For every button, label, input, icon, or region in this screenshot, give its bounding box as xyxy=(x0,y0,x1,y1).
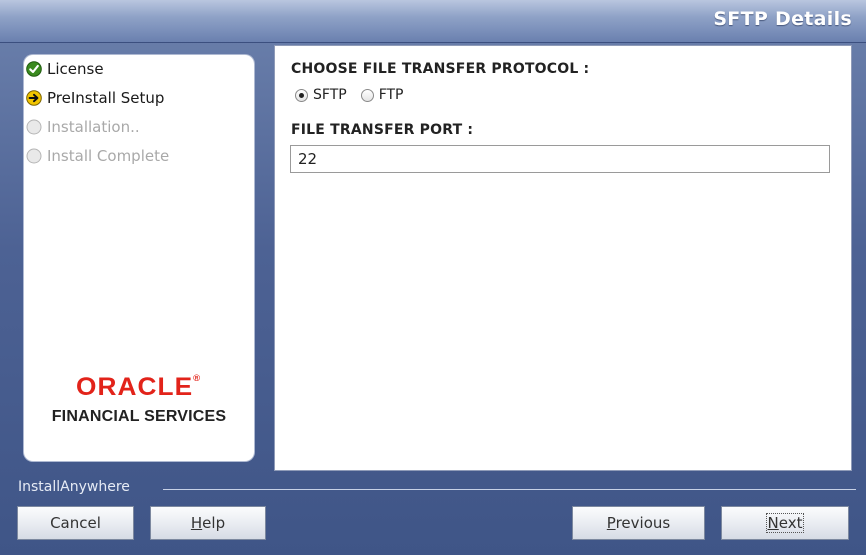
radio-label: SFTP xyxy=(313,87,347,103)
next-button[interactable]: Next xyxy=(721,506,849,540)
footer-divider xyxy=(163,489,856,490)
radio-sftp[interactable]: SFTP xyxy=(295,87,347,103)
step-label: PreInstall Setup xyxy=(47,89,165,107)
cancel-button-label: Cancel xyxy=(50,514,101,532)
port-input[interactable] xyxy=(290,145,830,173)
help-button[interactable]: Help xyxy=(150,506,266,540)
previous-button-label: Previous xyxy=(606,514,671,532)
step-label: Installation.. xyxy=(47,118,140,136)
next-button-label: Next xyxy=(765,513,805,533)
page-title: SFTP Details xyxy=(713,8,852,30)
steps-panel: License PreInstall Setup Installation.. xyxy=(24,55,254,461)
help-button-label: Help xyxy=(190,514,226,532)
step-installation: Installation.. xyxy=(26,116,140,138)
step-label: License xyxy=(47,60,104,78)
port-label: FILE TRANSFER PORT : xyxy=(291,122,474,138)
cancel-button[interactable]: Cancel xyxy=(17,506,134,540)
previous-button[interactable]: Previous xyxy=(572,506,705,540)
step-install-complete: Install Complete xyxy=(26,145,169,167)
logo-subtitle: FINANCIAL SERVICES xyxy=(51,408,227,425)
step-label: Install Complete xyxy=(47,147,170,165)
protocol-label: CHOOSE FILE TRANSFER PROTOCOL : xyxy=(291,61,590,77)
step-license: License xyxy=(26,58,104,80)
radio-button-checked[interactable] xyxy=(295,88,308,102)
arrow-right-icon xyxy=(26,90,42,106)
logo-brand: ORACLE® xyxy=(76,373,202,401)
step-preinstall-setup: PreInstall Setup xyxy=(26,87,164,109)
content-panel: CHOOSE FILE TRANSFER PROTOCOL : SFTP FTP… xyxy=(274,45,852,471)
vendor-label: InstallAnywhere xyxy=(18,479,130,495)
radio-ftp[interactable]: FTP xyxy=(360,87,404,103)
header-bar: SFTP Details xyxy=(0,0,866,43)
empty-circle-icon xyxy=(26,119,42,135)
check-icon xyxy=(26,61,42,77)
oracle-logo: ORACLE® FINANCIAL SERVICES xyxy=(24,373,254,426)
radio-label: FTP xyxy=(378,87,404,103)
radio-button-unchecked[interactable] xyxy=(360,88,374,102)
installer-window: SFTP Details License PreInstall Setup In… xyxy=(0,0,866,555)
empty-circle-icon xyxy=(26,148,42,164)
protocol-radio-group: SFTP FTP xyxy=(295,87,418,103)
